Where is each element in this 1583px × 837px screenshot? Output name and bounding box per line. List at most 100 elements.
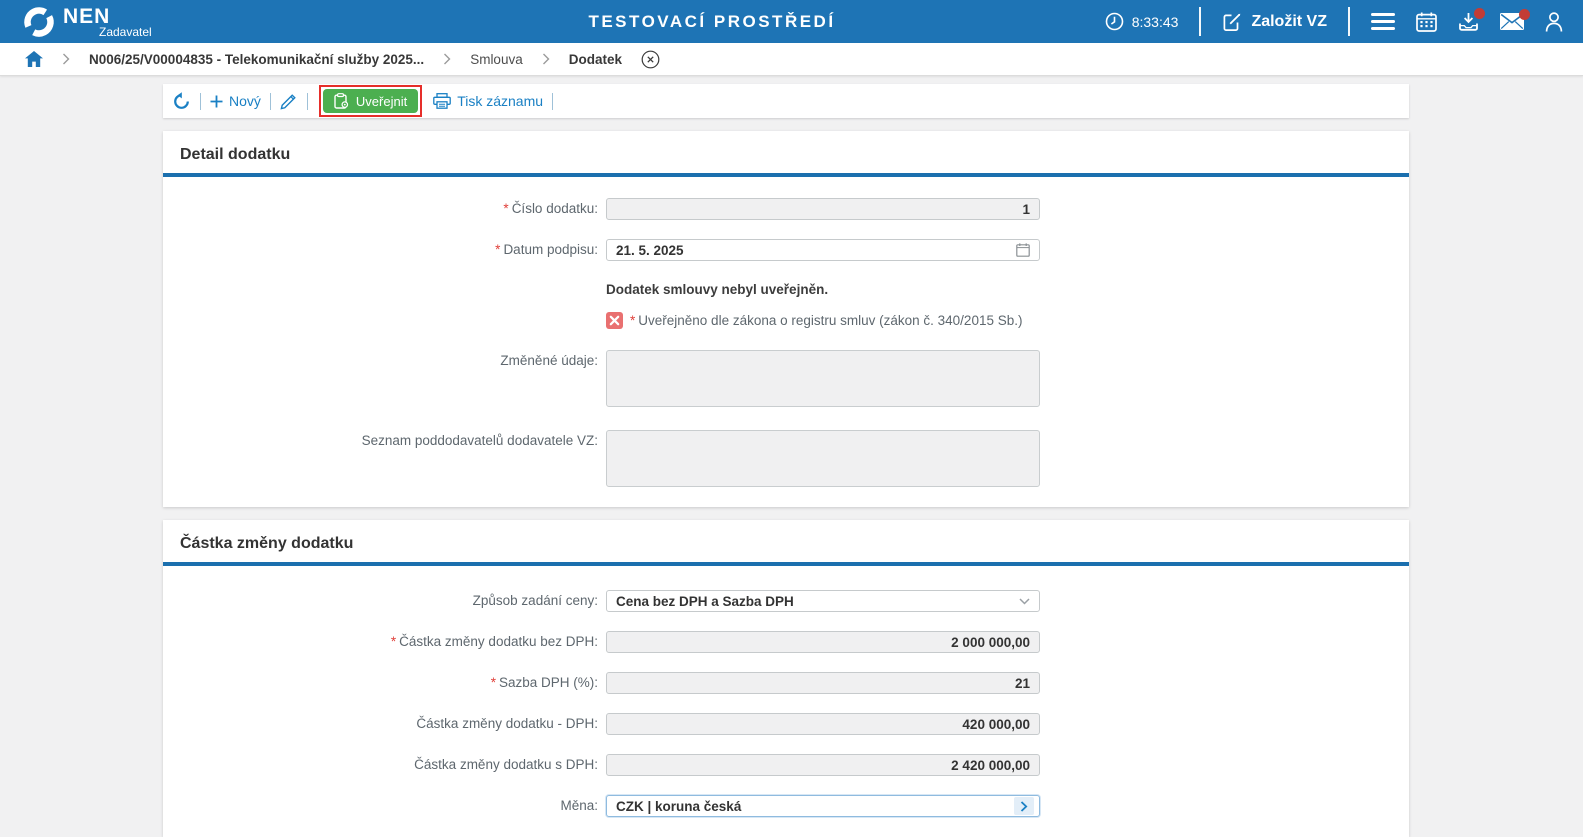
- datum-podpisu-label: *Datum podpisu:: [163, 239, 606, 261]
- divider: [200, 93, 201, 110]
- new-button-label: Nový: [229, 93, 261, 109]
- unchecked-x-icon: [609, 315, 620, 326]
- user-profile-button[interactable]: [1545, 12, 1563, 32]
- home-icon: [25, 51, 43, 67]
- zpusob-zadani-label: Způsob zadání ceny:: [163, 590, 606, 612]
- inbox-download-button[interactable]: [1458, 12, 1479, 32]
- divider: [270, 93, 271, 110]
- record-toolbar: Nový Uveř: [163, 84, 1409, 118]
- dropdown-chevron-icon: [1019, 598, 1030, 605]
- seznam-poddodavatelu-label: Seznam poddodavatelů dodavatele VZ:: [163, 430, 606, 487]
- sazba-dph-row: *Sazba DPH (%): 21: [163, 672, 1409, 694]
- castka-s-dph-label: Částka změny dodatku s DPH:: [163, 754, 606, 776]
- divider: [1199, 7, 1201, 36]
- detail-chevron-icon: [1020, 801, 1028, 812]
- required-mark: *: [491, 675, 496, 690]
- castka-s-dph-field: 2 420 000,00: [606, 754, 1040, 776]
- mena-detail-button[interactable]: [1014, 797, 1034, 815]
- chevron-right-icon: [62, 53, 70, 65]
- required-mark: *: [495, 242, 500, 257]
- print-button-label: Tisk záznamu: [457, 93, 543, 109]
- main-content: Nový Uveř: [163, 84, 1409, 837]
- nen-logo-icon: [22, 5, 56, 39]
- chevron-right-icon: [542, 53, 550, 65]
- breadcrumb-item-smlouva[interactable]: Smlouva: [470, 52, 523, 67]
- publication-status-note: Dodatek smlouvy nebyl uveřejněn.: [606, 280, 828, 297]
- calendar-button[interactable]: [1416, 12, 1437, 32]
- castka-s-dph-row: Částka změny dodatku s DPH: 2 420 000,00: [163, 754, 1409, 776]
- publish-button[interactable]: Uveřejnit: [323, 89, 418, 113]
- mena-label: Měna:: [163, 795, 606, 817]
- plus-icon: [210, 95, 223, 108]
- sazba-dph-label: *Sazba DPH (%):: [163, 672, 606, 694]
- breadcrumb-item-dodatek[interactable]: Dodatek: [569, 52, 622, 67]
- detail-dodatku-section: Detail dodatku *Číslo dodatku: 1 *Datum …: [163, 131, 1409, 507]
- registr-smluv-checkbox[interactable]: [606, 312, 623, 329]
- sazba-dph-field: 21: [606, 672, 1040, 694]
- nen-logo[interactable]: NEN Zadavatel: [22, 5, 152, 39]
- required-mark: *: [503, 201, 508, 216]
- seznam-poddodavatelu-textarea: [606, 430, 1040, 487]
- zpusob-zadani-select[interactable]: Cena bez DPH a Sazba DPH: [606, 590, 1040, 612]
- calendar-icon: [1416, 12, 1437, 32]
- print-icon: [433, 93, 451, 109]
- publish-button-label: Uveřejnit: [356, 94, 407, 109]
- environment-title: TESTOVACÍ PROSTŘEDÍ: [588, 12, 835, 32]
- brand-name: NEN: [63, 6, 152, 27]
- brand-subtitle: Zadavatel: [99, 26, 152, 38]
- create-vz-button[interactable]: Založit VZ: [1222, 12, 1327, 32]
- pencil-icon: [280, 92, 298, 110]
- zpusob-zadani-row: Způsob zadání ceny: Cena bez DPH a Sazba…: [163, 590, 1409, 612]
- calendar-field-icon[interactable]: [1016, 243, 1030, 257]
- castka-dph-field: 420 000,00: [606, 713, 1040, 735]
- create-vz-label: Založit VZ: [1251, 13, 1327, 31]
- menu-icon: [1371, 13, 1395, 30]
- section-title: Částka změny dodatku: [163, 520, 1409, 562]
- datum-podpisu-row: *Datum podpisu: 21. 5. 2025: [163, 239, 1409, 261]
- breadcrumb: N006/25/V00004835 - Telekomunikační služ…: [0, 43, 1583, 76]
- edit-button[interactable]: [280, 92, 298, 110]
- castka-bez-dph-field: 2 000 000,00: [606, 631, 1040, 653]
- cislo-dodatku-label: *Číslo dodatku:: [163, 198, 606, 220]
- divider: [552, 93, 553, 110]
- close-icon: [641, 50, 660, 69]
- messages-notification-dot: [1519, 9, 1530, 20]
- cislo-dodatku-row: *Číslo dodatku: 1: [163, 198, 1409, 220]
- top-header-bar: NEN Zadavatel TESTOVACÍ PROSTŘEDÍ 8:33:4…: [0, 0, 1583, 43]
- status-note-row: Dodatek smlouvy nebyl uveřejněn.: [163, 280, 1409, 297]
- user-icon: [1545, 12, 1563, 32]
- divider: [1348, 7, 1350, 36]
- clock-time: 8:33:43: [1132, 14, 1179, 30]
- close-tab-button[interactable]: [641, 50, 660, 69]
- required-mark: *: [391, 634, 396, 649]
- required-mark: *: [630, 313, 635, 328]
- messages-button[interactable]: [1500, 13, 1524, 30]
- zmenene-udaje-label: Změněné údaje:: [163, 350, 606, 407]
- castka-dph-label: Částka změny dodatku - DPH:: [163, 713, 606, 735]
- home-button[interactable]: [25, 51, 43, 67]
- mena-row: Měna: CZK | koruna česká: [163, 795, 1409, 817]
- publish-icon: [334, 93, 349, 109]
- edit-square-icon: [1222, 12, 1242, 32]
- registr-smluv-label: *Uveřejněno dle zákona o registru smluv …: [630, 313, 1022, 328]
- refresh-icon: [172, 92, 191, 111]
- castka-zmeny-section: Částka změny dodatku Způsob zadání ceny:…: [163, 520, 1409, 837]
- datum-podpisu-field[interactable]: 21. 5. 2025: [606, 239, 1040, 261]
- topbar-actions: 8:33:43 Založit VZ: [1105, 7, 1563, 36]
- menu-button[interactable]: [1371, 13, 1395, 30]
- chevron-right-icon: [443, 53, 451, 65]
- session-clock: 8:33:43: [1105, 12, 1179, 31]
- registr-smluv-row: *Uveřejněno dle zákona o registru smluv …: [163, 312, 1409, 329]
- refresh-button[interactable]: [172, 92, 191, 111]
- castka-dph-row: Částka změny dodatku - DPH: 420 000,00: [163, 713, 1409, 735]
- zmenene-udaje-textarea: [606, 350, 1040, 407]
- clock-icon: [1105, 12, 1124, 31]
- print-button[interactable]: Tisk záznamu: [433, 93, 543, 109]
- section-title: Detail dodatku: [163, 131, 1409, 173]
- new-button[interactable]: Nový: [210, 93, 261, 109]
- castka-bez-dph-label: *Částka změny dodatku bez DPH:: [163, 631, 606, 653]
- cislo-dodatku-field: 1: [606, 198, 1040, 220]
- annotation-highlight-box: Uveřejnit: [319, 85, 422, 117]
- breadcrumb-item-procurement[interactable]: N006/25/V00004835 - Telekomunikační služ…: [89, 52, 424, 67]
- mena-field[interactable]: CZK | koruna česká: [606, 795, 1040, 817]
